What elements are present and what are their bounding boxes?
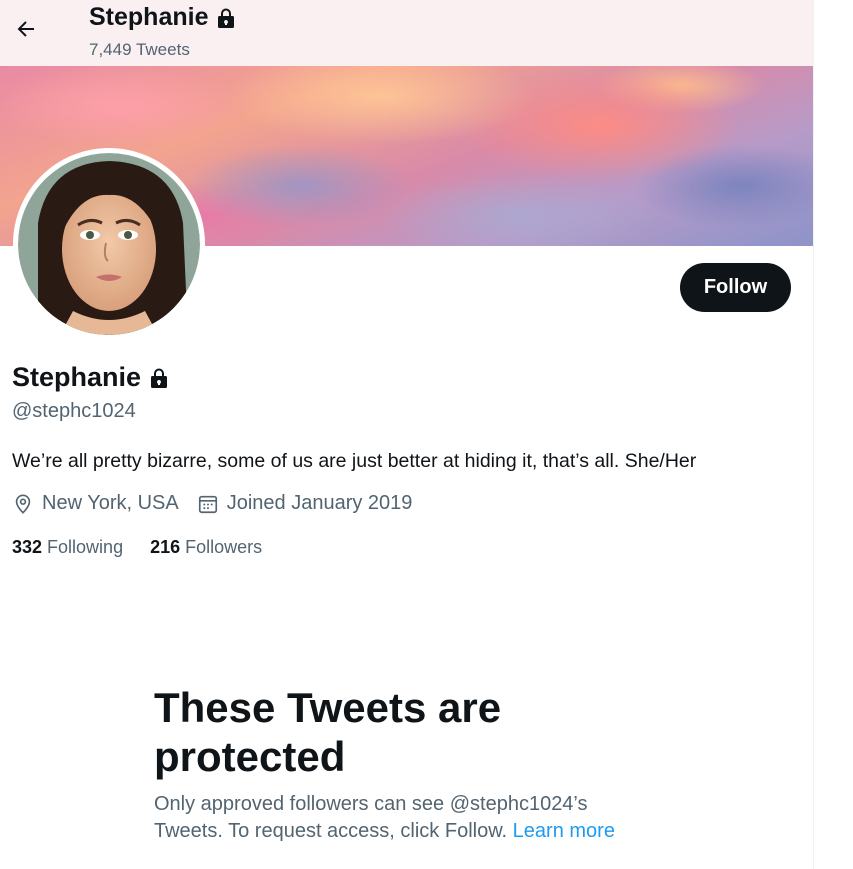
- profile-top-bar: Stephanie 7,449 Tweets: [0, 0, 813, 66]
- profile-bio: We’re all pretty bizarre, some of us are…: [12, 450, 697, 472]
- calendar-icon: [198, 495, 217, 513]
- following-link[interactable]: 332 Following: [12, 537, 123, 558]
- location-pin-icon: [15, 493, 31, 514]
- followers-count: 216: [150, 537, 181, 557]
- arrow-left-icon: [17, 21, 34, 37]
- following-count: 332: [12, 537, 43, 557]
- header-title: Stephanie: [89, 3, 236, 32]
- follow-button[interactable]: Follow: [680, 263, 791, 312]
- protected-body: Only approved followers can see @stephc1…: [154, 791, 654, 845]
- learn-more-link[interactable]: Learn more: [513, 820, 615, 842]
- avatar[interactable]: [13, 148, 205, 340]
- tweet-count: 7,449 Tweets: [89, 40, 190, 59]
- location-item: New York, USA: [12, 492, 179, 515]
- followers-label: Followers: [185, 537, 263, 557]
- lock-icon: [151, 368, 168, 388]
- followers-link[interactable]: 216 Followers: [150, 537, 262, 558]
- avatar-image: [18, 153, 200, 335]
- profile-handle: @stephc1024: [12, 400, 136, 422]
- lock-icon: [218, 8, 235, 28]
- following-label: Following: [47, 537, 124, 557]
- profile-name-row: Stephanie: [12, 362, 169, 393]
- location-text: New York, USA: [42, 492, 179, 514]
- profile-name: Stephanie: [12, 362, 142, 392]
- follow-stats: 332 Following 216 Followers: [12, 537, 262, 558]
- header-name: Stephanie: [89, 3, 209, 31]
- protected-notice: These Tweets are protected Only approved…: [154, 683, 654, 845]
- back-button[interactable]: [8, 11, 44, 47]
- protected-title: These Tweets are protected: [154, 684, 502, 780]
- profile-column: Stephanie 7,449 Tweets Follow Stephanie …: [0, 0, 814, 869]
- joined-text: Joined January 2019: [226, 492, 413, 514]
- joined-item: Joined January 2019: [197, 492, 413, 515]
- profile-meta: New York, USA Joined January 2019: [12, 492, 412, 515]
